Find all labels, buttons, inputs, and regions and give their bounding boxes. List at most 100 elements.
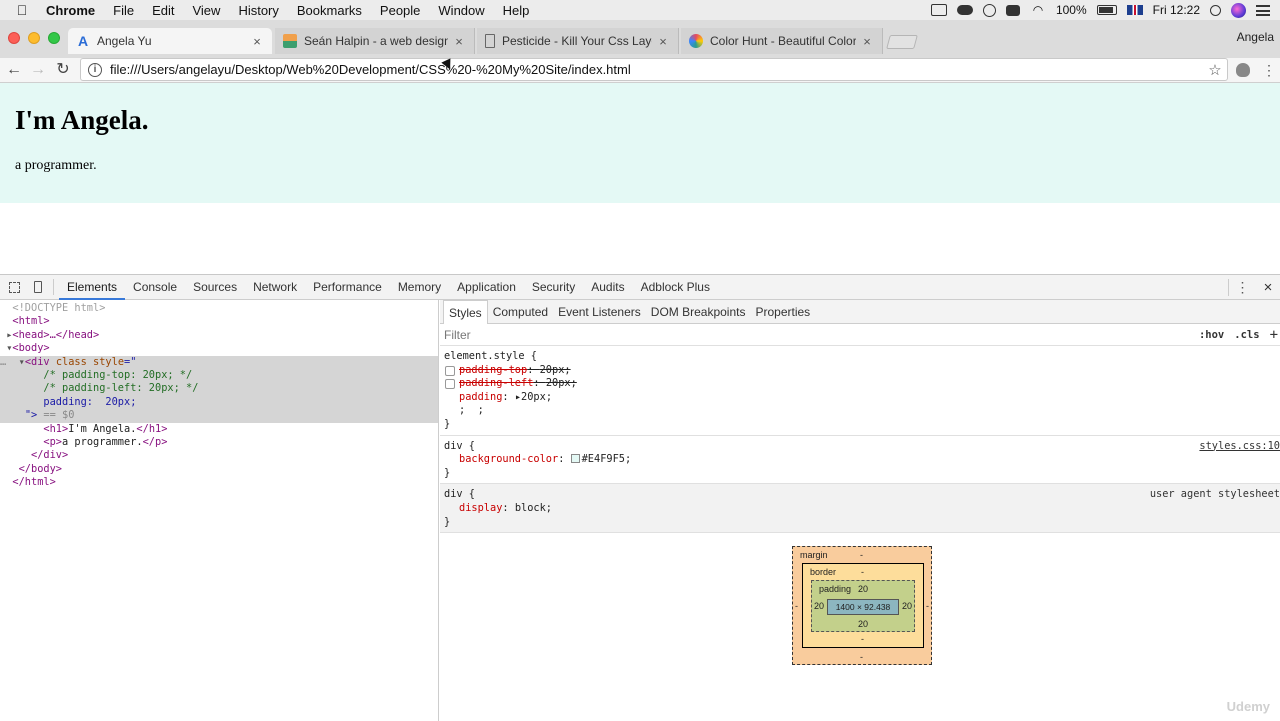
- apple-menu-icon[interactable]: : [0, 2, 44, 18]
- window-zoom-button[interactable]: [48, 32, 60, 44]
- new-style-rule-plus-icon[interactable]: +: [1270, 327, 1278, 343]
- dom-line[interactable]: </html>: [0, 476, 438, 489]
- styles-filter-input[interactable]: Filter :hov .cls +: [440, 324, 1280, 346]
- style-property[interactable]: background-color: #E4F9F5;: [444, 453, 1276, 467]
- style-property[interactable]: padding-top: 20px;: [444, 364, 1276, 378]
- new-tab-button[interactable]: [886, 35, 918, 49]
- hover-state-toggle[interactable]: :hov: [1199, 329, 1224, 341]
- box-model-content-size[interactable]: 1400 × 92.438: [827, 599, 899, 615]
- dom-line[interactable]: <h1>I'm Angela.</h1>: [0, 423, 438, 436]
- tab-angela-yu[interactable]: A Angela Yu ×: [68, 28, 272, 54]
- chrome-menu-icon[interactable]: ⋮: [1262, 63, 1276, 77]
- devtools-tab-audits[interactable]: Audits: [583, 275, 632, 300]
- color-swatch-icon[interactable]: [571, 454, 580, 463]
- tab-close-icon[interactable]: ×: [860, 34, 874, 49]
- screen-record-icon[interactable]: [931, 4, 947, 16]
- menu-people[interactable]: People: [371, 3, 429, 18]
- back-arrow-icon[interactable]: ←: [4, 60, 24, 80]
- box-model-margin-left[interactable]: -: [795, 601, 798, 611]
- menu-window[interactable]: Window: [429, 3, 493, 18]
- box-model-border-bottom[interactable]: -: [861, 634, 864, 644]
- tab-close-icon[interactable]: ×: [656, 34, 670, 49]
- devtools-menu-icon[interactable]: ⋮: [1228, 279, 1256, 296]
- subtab-styles[interactable]: Styles: [443, 300, 488, 324]
- menu-help[interactable]: Help: [494, 3, 539, 18]
- box-model-padding-right[interactable]: 20: [902, 601, 912, 611]
- subtab-computed[interactable]: Computed: [488, 300, 553, 324]
- siri-icon[interactable]: [1231, 3, 1246, 18]
- elements-dom-tree[interactable]: <!DOCTYPE html> <html> ▸<head>…</head> ▾…: [0, 300, 439, 721]
- stylesheet-source-link[interactable]: styles.css:10: [1199, 440, 1280, 454]
- div-style-rule[interactable]: div { styles.css:10 background-color: #E…: [440, 436, 1280, 485]
- notification-center-icon[interactable]: [1256, 5, 1270, 16]
- element-style-rule[interactable]: element.style { padding-top: 20px; paddi…: [440, 346, 1280, 436]
- style-property[interactable]: padding-left: 20px;: [444, 377, 1276, 391]
- window-close-button[interactable]: [8, 32, 20, 44]
- dom-line-selected[interactable]: "> == $0: [0, 409, 438, 422]
- menu-bookmarks[interactable]: Bookmarks: [288, 3, 371, 18]
- style-property[interactable]: padding: ▸20px;: [444, 391, 1276, 405]
- box-model-border[interactable]: border - - padding 20 20 20 20 1400 × 92…: [802, 563, 924, 648]
- profile-name[interactable]: Angela: [1237, 30, 1274, 44]
- menu-view[interactable]: View: [183, 3, 229, 18]
- menu-edit[interactable]: Edit: [143, 3, 183, 18]
- box-model-margin-right[interactable]: -: [926, 601, 929, 611]
- inspect-element-icon[interactable]: [4, 277, 24, 297]
- dom-line[interactable]: <p>a programmer.</p>: [0, 436, 438, 449]
- info-icon[interactable]: i: [88, 63, 102, 77]
- subtab-event-listeners[interactable]: Event Listeners: [553, 300, 646, 324]
- style-property[interactable]: display: block;: [444, 502, 1276, 516]
- forward-arrow-icon[interactable]: →: [28, 60, 48, 80]
- dom-line[interactable]: <!DOCTYPE html>: [0, 302, 438, 315]
- reload-icon[interactable]: ↻: [53, 60, 73, 80]
- tab-pesticide[interactable]: Pesticide - Kill Your Css Layou ×: [477, 28, 679, 54]
- box-model-padding[interactable]: padding 20 20 20 20 1400 × 92.438: [811, 580, 915, 632]
- box-model-padding-top[interactable]: 20: [858, 584, 868, 594]
- devtools-tab-memory[interactable]: Memory: [390, 275, 449, 300]
- dom-line[interactable]: <html>: [0, 315, 438, 328]
- devtools-tab-elements[interactable]: Elements: [59, 275, 125, 300]
- subtab-properties[interactable]: Properties: [750, 300, 815, 324]
- menu-history[interactable]: History: [229, 3, 287, 18]
- class-toggle[interactable]: .cls: [1234, 329, 1259, 341]
- disk-icon[interactable]: [983, 4, 996, 17]
- devtools-tab-application[interactable]: Application: [449, 275, 524, 300]
- address-bar-url[interactable]: file:///Users/angelayu/Desktop/Web%20Dev…: [110, 62, 1203, 77]
- property-checkbox[interactable]: [445, 379, 455, 389]
- tab-close-icon[interactable]: ×: [250, 34, 264, 49]
- property-checkbox[interactable]: [445, 366, 455, 376]
- dom-line[interactable]: ▸<head>…</head>: [0, 329, 438, 342]
- battery-icon[interactable]: [1097, 5, 1117, 15]
- dom-line-selected[interactable]: padding: 20px;: [0, 396, 438, 409]
- devtools-tab-console[interactable]: Console: [125, 275, 185, 300]
- box-model-margin-top[interactable]: -: [860, 550, 863, 560]
- dom-line-selected[interactable]: /* padding-left: 20px; */: [0, 382, 438, 395]
- devtools-tab-security[interactable]: Security: [524, 275, 583, 300]
- device-toolbar-icon[interactable]: [28, 277, 48, 297]
- tab-color-hunt[interactable]: Color Hunt - Beautiful Color Pa ×: [681, 28, 883, 54]
- user-agent-style-rule[interactable]: div { user agent stylesheet display: blo…: [440, 484, 1280, 533]
- dom-line[interactable]: ▾<body>: [0, 342, 438, 355]
- devtools-close-icon[interactable]: ×: [1256, 279, 1280, 296]
- extension-bug-icon[interactable]: [1236, 63, 1250, 77]
- dom-line[interactable]: </body>: [0, 463, 438, 476]
- style-property-edit[interactable]: ; ;: [444, 404, 1276, 418]
- dom-line-selected[interactable]: /* padding-top: 20px; */: [0, 369, 438, 382]
- tab-close-icon[interactable]: ×: [452, 34, 466, 49]
- dom-line-selected[interactable]: … ▾<div class style=": [0, 356, 438, 369]
- clock[interactable]: Fri 12:22: [1153, 3, 1200, 17]
- dom-line[interactable]: </div>: [0, 449, 438, 462]
- menu-file[interactable]: File: [104, 3, 143, 18]
- tab-sean-halpin[interactable]: Seán Halpin - a web designer a ×: [275, 28, 475, 54]
- devtools-tab-performance[interactable]: Performance: [305, 275, 390, 300]
- devtools-tab-adblock-plus[interactable]: Adblock Plus: [633, 275, 718, 300]
- messages-icon[interactable]: [1006, 5, 1020, 16]
- spotlight-search-icon[interactable]: [1210, 5, 1221, 16]
- devtools-tab-sources[interactable]: Sources: [185, 275, 245, 300]
- box-model-padding-left[interactable]: 20: [814, 601, 824, 611]
- devtools-tab-network[interactable]: Network: [245, 275, 305, 300]
- wifi-icon[interactable]: ◠: [1030, 4, 1046, 16]
- window-minimize-button[interactable]: [28, 32, 40, 44]
- box-model-border-top[interactable]: -: [861, 567, 864, 577]
- box-model-margin[interactable]: margin - - - - border - - padding 20 20 …: [792, 546, 932, 665]
